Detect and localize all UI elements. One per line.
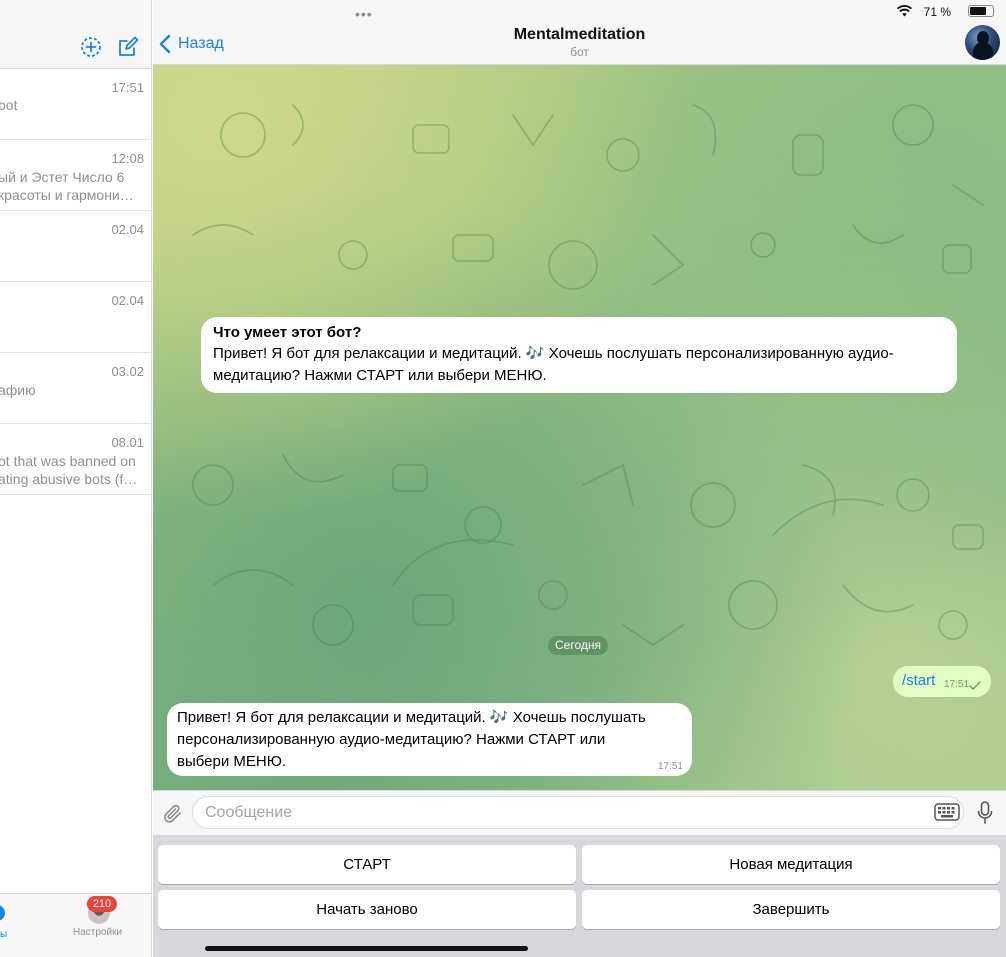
chat-header: ••• 71 % Назад Mentalmeditation бот <box>153 0 1006 65</box>
bot-info-text: медитацию? Нажми СТАРТ или выбери МЕНЮ. <box>213 367 547 384</box>
chat-preview: ating abusive bots (f… <box>0 471 138 487</box>
chat-time: 12:08 <box>111 151 144 166</box>
battery-icon <box>968 5 994 17</box>
start-button[interactable]: СТАРТ <box>158 845 576 884</box>
chat-time: 02.04 <box>111 293 144 308</box>
chat-list-pane: 17:51 bot 12:08 ый и Эстет Число 6 красо… <box>0 0 152 957</box>
chat-time: 17:51 <box>111 80 144 95</box>
chat-title[interactable]: Mentalmeditation <box>153 26 1006 44</box>
chat-list-item[interactable]: 02.04 <box>0 211 151 282</box>
home-indicator[interactable] <box>205 946 528 951</box>
message-input[interactable] <box>192 796 964 829</box>
chat-preview: красоты и гармони… <box>0 187 134 203</box>
wifi-icon <box>897 5 912 17</box>
new-meditation-button[interactable]: Новая медитация <box>582 845 1000 884</box>
read-check-icon <box>969 681 981 690</box>
outgoing-message[interactable]: /start 17:51 <box>893 666 991 697</box>
restart-button[interactable]: Начать заново <box>158 890 576 929</box>
tab-chats-icon[interactable] <box>0 904 8 929</box>
chat-pane: ••• 71 % Назад Mentalmeditation бот Что … <box>153 0 1006 957</box>
attach-icon[interactable] <box>162 802 184 826</box>
chat-time: 02.04 <box>111 222 144 237</box>
bot-keyboard-icon[interactable] <box>934 803 960 821</box>
tab-bar: ы 210 Настройки <box>0 893 151 957</box>
outgoing-message-text[interactable]: /start <box>902 672 935 689</box>
bot-info-text: Привет! Я бот для релаксации и медитаций… <box>213 345 894 362</box>
incoming-message-text: Привет! Я бот для релаксации и медитаций… <box>177 709 646 726</box>
compose-icon[interactable] <box>117 36 139 58</box>
chat-list-item[interactable]: 17:51 bot <box>0 69 151 140</box>
new-story-icon[interactable] <box>80 36 102 58</box>
outgoing-message-time: 17:51 <box>944 679 970 690</box>
message-input-bar <box>153 790 1006 835</box>
doodle-pattern <box>192 104 984 646</box>
tab-chats-label[interactable]: ы <box>0 929 7 940</box>
battery-percent: 71 % <box>923 5 951 19</box>
chat-list-item[interactable]: 08.01 ot that was banned on ating abusiv… <box>0 424 151 495</box>
chat-preview: ый и Эстет Число 6 <box>0 169 125 185</box>
date-separator: Сегодня <box>548 636 608 655</box>
bot-info-title: Что умеет этот бот? <box>213 324 362 341</box>
chat-time: 03.02 <box>111 364 144 379</box>
multitask-dots-icon[interactable]: ••• <box>355 6 373 22</box>
tab-settings-label[interactable]: Настройки <box>73 927 122 938</box>
chat-preview: афию <box>0 382 36 398</box>
settings-badge: 210 <box>87 896 117 912</box>
microphone-icon[interactable] <box>977 801 993 825</box>
chat-preview: bot <box>0 97 18 113</box>
chat-list-item[interactable]: 12:08 ый и Эстет Число 6 красоты и гармо… <box>0 140 151 211</box>
incoming-message[interactable]: Привет! Я бот для релаксации и медитаций… <box>167 703 692 776</box>
chat-preview: ot that was banned on <box>0 453 136 469</box>
bot-avatar[interactable] <box>965 25 1000 60</box>
chat-subtitle: бот <box>570 45 589 59</box>
chat-background: Что умеет этот бот? Привет! Я бот для ре… <box>153 65 1006 790</box>
incoming-message-text: выбери МЕНЮ. <box>177 753 287 770</box>
bot-reply-keyboard: СТАРТ Новая медитация Начать заново Заве… <box>153 835 1006 957</box>
chat-list-header <box>0 0 151 69</box>
chat-time: 08.01 <box>111 435 144 450</box>
bot-info-bubble: Что умеет этот бот? Привет! Я бот для ре… <box>201 317 957 393</box>
finish-button[interactable]: Завершить <box>582 890 1000 929</box>
incoming-message-text: персонализированную аудио-медитацию? Наж… <box>177 731 606 748</box>
incoming-message-time: 17:51 <box>657 761 683 772</box>
chat-list-item[interactable]: 03.02 афию <box>0 353 151 424</box>
chat-list-item[interactable]: 02.04 <box>0 282 151 353</box>
